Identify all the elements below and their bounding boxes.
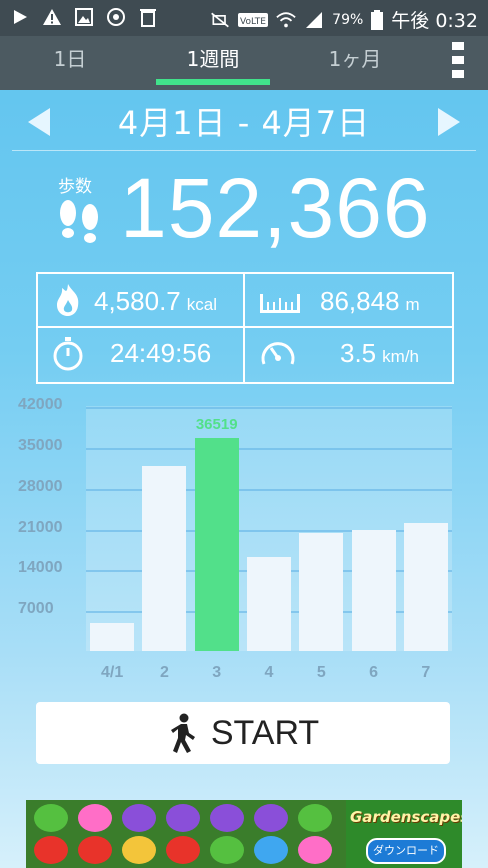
ruler-icon: [260, 294, 300, 313]
bar-2: [142, 466, 187, 651]
x-tick-label: 2: [159, 664, 169, 681]
tab-1-month[interactable]: 1ヶ月: [300, 36, 410, 90]
duration-value: 24:49:56: [110, 338, 212, 368]
volte-text: VoLTE: [240, 17, 266, 27]
distance-unit: m: [405, 295, 420, 314]
mute-icon: [210, 10, 230, 30]
distance-value: 86,848: [320, 286, 400, 316]
bar-4: [247, 556, 291, 651]
duration-stat: 24:49:56: [110, 338, 211, 369]
gridline: [86, 407, 452, 409]
y-tick-label: 21000: [18, 518, 63, 536]
weekly-steps-chart: 42000 35000 28000 21000 14000 7000 4/1 2 3 36519 4…: [0, 396, 488, 686]
recycle-icon: [138, 7, 158, 27]
bar-5: [299, 532, 344, 651]
y-tick-label: 28000: [18, 477, 63, 495]
ad-brand-logo: Gardenscapes: [350, 808, 462, 826]
stats-grid: 4,580.7 kcal 86,848 m 24:49:56 3.5 km/h: [36, 272, 454, 384]
overflow-menu-icon[interactable]: [452, 42, 466, 78]
footprints-icon: [60, 200, 98, 243]
speedometer-icon: [261, 342, 295, 365]
bar-7: [403, 522, 448, 651]
walking-person-icon: [170, 713, 195, 753]
status-bar: VoLTE 79% 午後 0:32: [0, 0, 488, 36]
x-tick-label: 7: [421, 664, 431, 681]
y-tick-label: 42000: [18, 396, 63, 413]
calories-value: 4,580.7: [94, 286, 181, 316]
clock: 午後 0:32: [391, 10, 478, 32]
wifi-icon: [276, 10, 296, 30]
speed-stat: 3.5 km/h: [340, 338, 419, 369]
y-tick-label: 35000: [18, 436, 63, 454]
steps-label: 歩数: [58, 177, 92, 197]
image-icon: [74, 7, 94, 27]
x-tick-label: 4/1: [101, 664, 124, 681]
gridline: [86, 488, 452, 491]
total-steps-value: 152,366: [120, 161, 431, 255]
tab-1-day[interactable]: 1日: [20, 36, 120, 90]
gridline: [86, 529, 452, 532]
start-button-label: START: [210, 713, 320, 752]
x-tick-label: 5: [316, 664, 326, 681]
x-tick-label: 4: [264, 664, 274, 681]
battery-percent: 79%: [332, 11, 364, 28]
ad-download-button[interactable]: ダウンロード: [366, 838, 446, 864]
flame-icon: [57, 284, 79, 316]
highlight-data-label: 36519: [195, 415, 238, 433]
date-range-nav: 4月1日 - 4月7日: [0, 98, 488, 148]
y-tick-label: 14000: [18, 559, 63, 577]
ad-banner[interactable]: Gardenscapes ダウンロード: [26, 800, 462, 868]
calories-stat: 4,580.7 kcal: [94, 286, 217, 317]
bar-4/1: [90, 623, 135, 651]
ad-game-board-image: [26, 800, 346, 868]
start-button[interactable]: START: [36, 702, 450, 764]
speed-unit: km/h: [382, 347, 419, 366]
bar-6: [351, 529, 396, 651]
warning-icon: [42, 7, 62, 27]
battery-icon: [371, 9, 384, 30]
bar-3: [194, 437, 239, 651]
play-icon: [10, 7, 30, 27]
distance-stat: 86,848 m: [320, 286, 420, 317]
volte-icon: VoLTE: [238, 10, 269, 30]
speed-value: 3.5: [340, 338, 377, 368]
gridline: [86, 447, 452, 450]
signal-icon: [304, 10, 324, 30]
stopwatch-icon: [53, 337, 83, 371]
active-tab-indicator: [156, 79, 270, 85]
sync-icon: [106, 7, 126, 27]
y-tick-label: 7000: [18, 600, 54, 618]
divider: [12, 150, 476, 151]
x-tick-label: 3: [212, 664, 222, 681]
x-tick-label: 6: [369, 664, 379, 681]
next-week-arrow-icon[interactable]: [438, 108, 460, 136]
calories-unit: kcal: [186, 295, 217, 314]
date-range-label: 4月1日 - 4月7日: [117, 104, 371, 142]
